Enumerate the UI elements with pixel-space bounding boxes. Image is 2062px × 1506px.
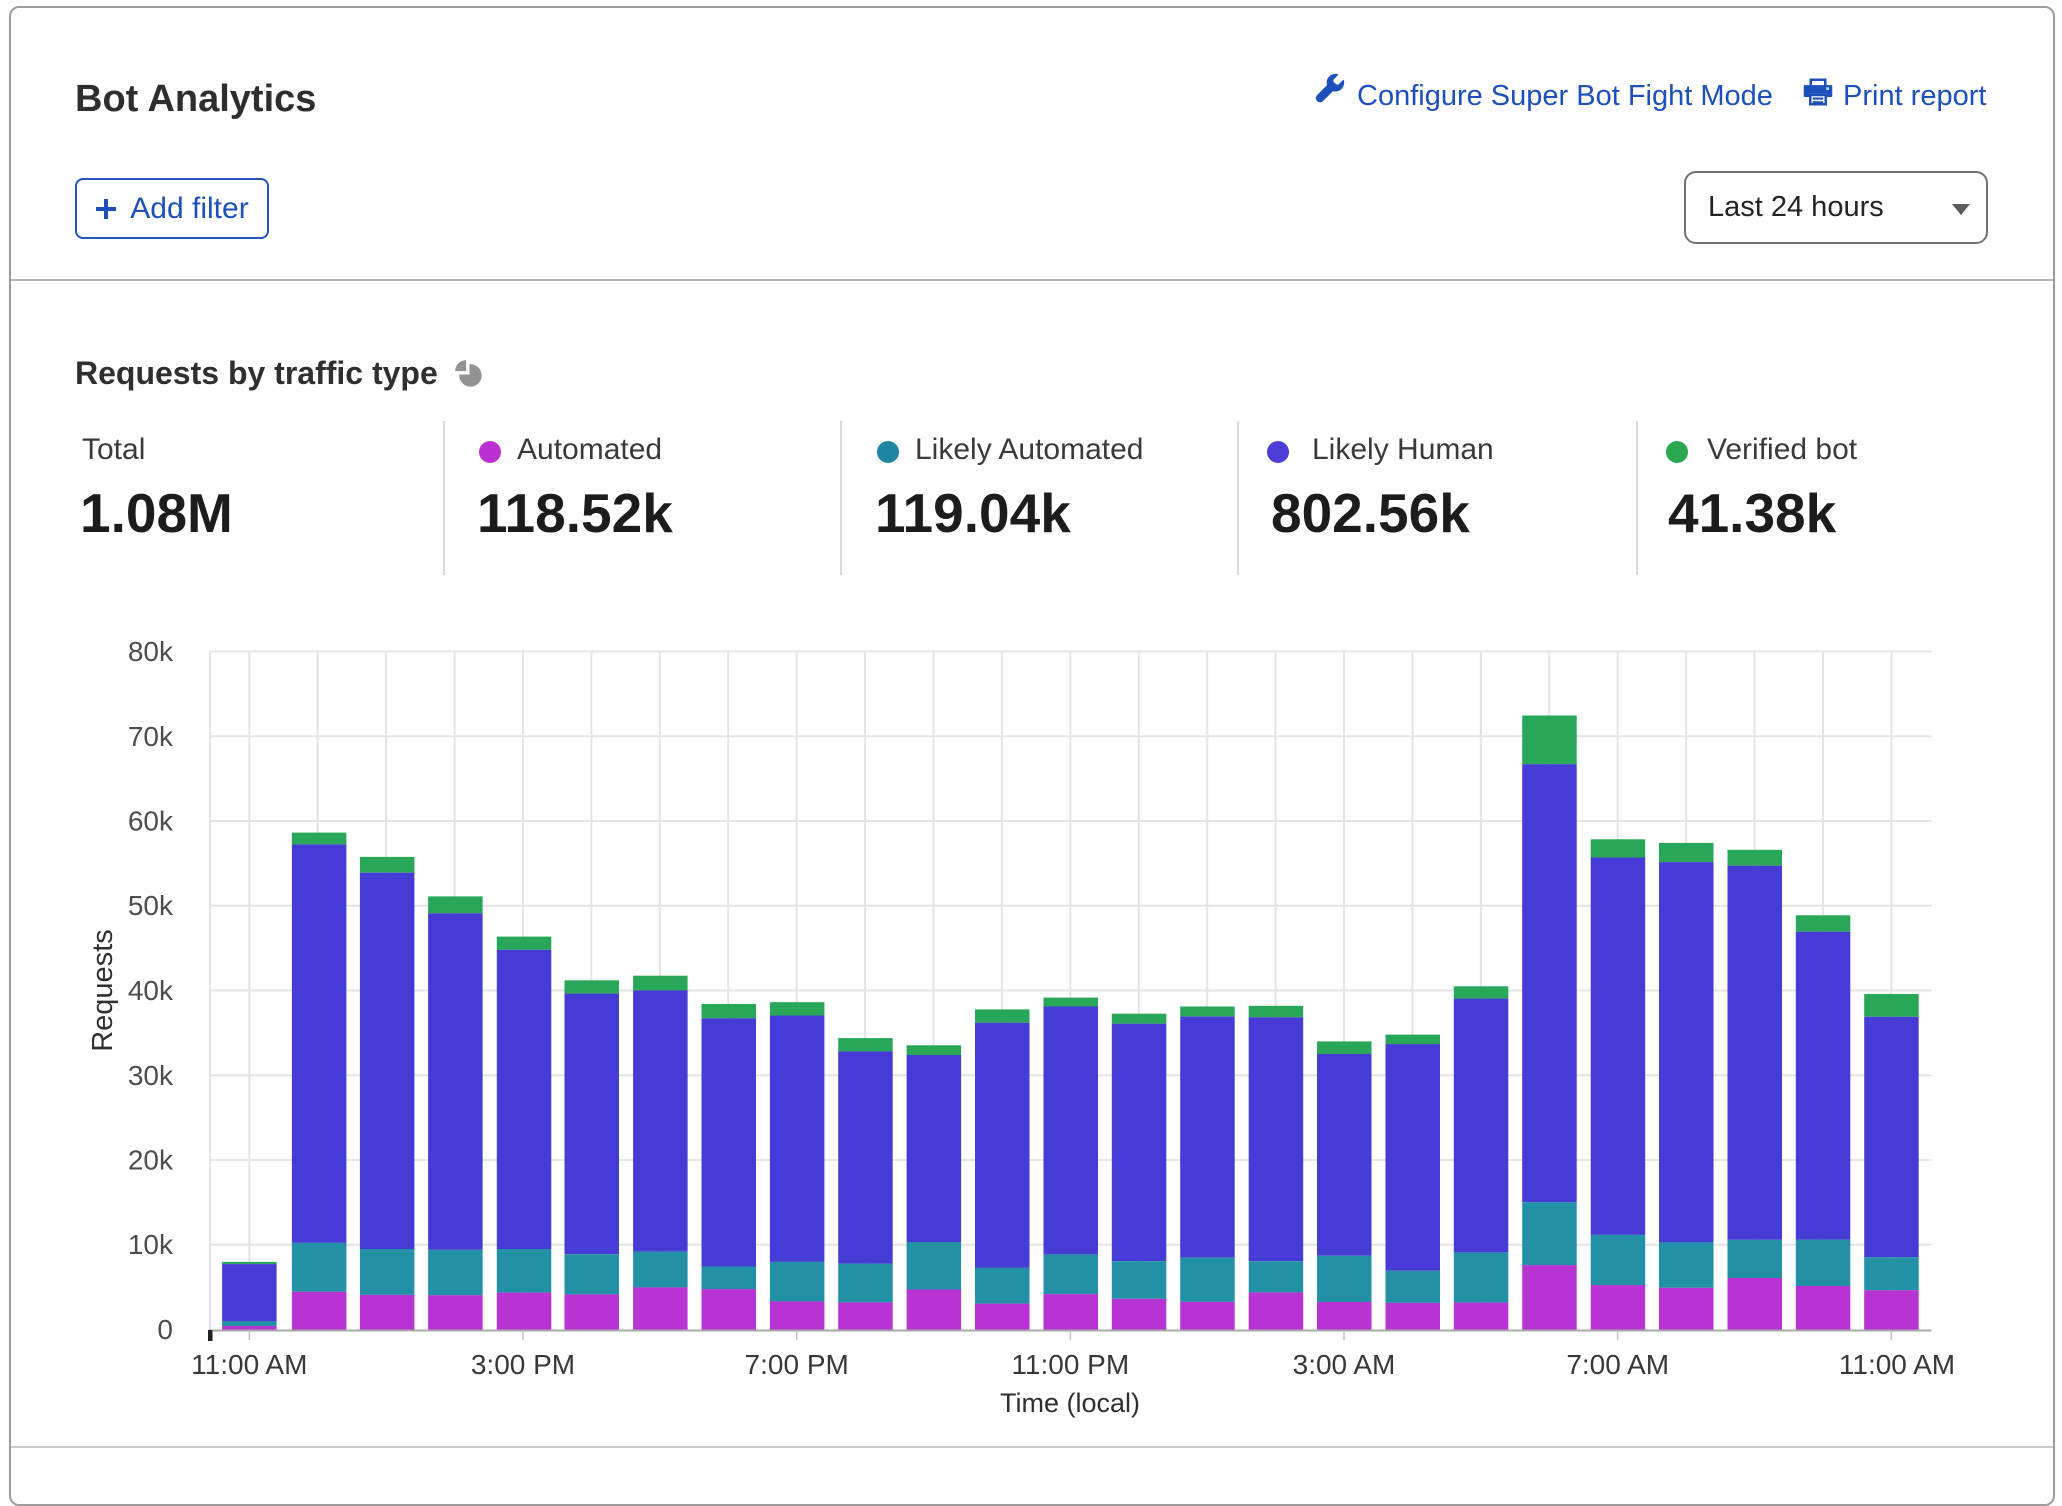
svg-text:60k: 60k — [128, 806, 174, 837]
svg-text:3:00 AM: 3:00 AM — [1293, 1349, 1396, 1380]
svg-text:50k: 50k — [128, 890, 174, 921]
svg-text:3:00 PM: 3:00 PM — [471, 1349, 575, 1380]
svg-text:11:00 AM: 11:00 AM — [191, 1349, 307, 1380]
svg-text:20k: 20k — [128, 1145, 174, 1176]
svg-text:7:00 AM: 7:00 AM — [1566, 1349, 1669, 1380]
svg-text:11:00 PM: 11:00 PM — [1011, 1349, 1129, 1380]
svg-text:40k: 40k — [128, 975, 174, 1006]
svg-text:11:00 AM: 11:00 AM — [1839, 1349, 1955, 1380]
svg-text:70k: 70k — [128, 721, 174, 752]
svg-text:Time (local): Time (local) — [1000, 1388, 1140, 1418]
svg-text:Requests: Requests — [87, 929, 119, 1052]
svg-text:10k: 10k — [128, 1229, 174, 1260]
svg-text:0: 0 — [157, 1314, 173, 1345]
svg-text:7:00 PM: 7:00 PM — [745, 1349, 849, 1380]
svg-text:80k: 80k — [128, 636, 174, 667]
svg-text:30k: 30k — [128, 1060, 174, 1091]
